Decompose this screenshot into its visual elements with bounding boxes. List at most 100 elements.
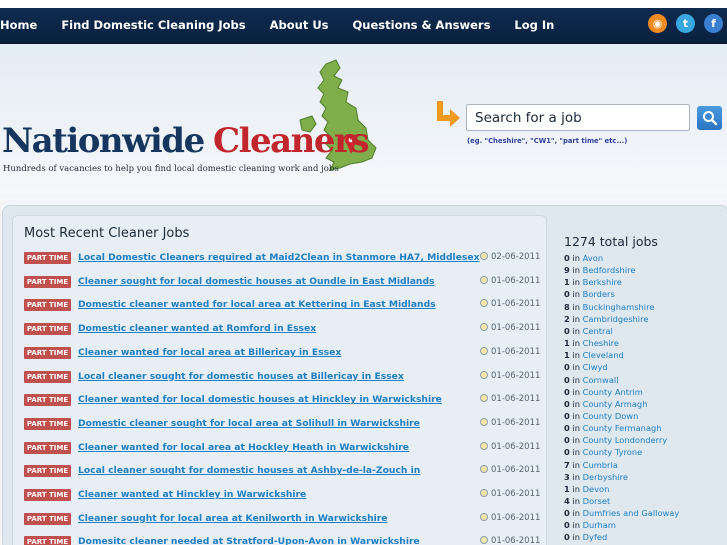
county-link[interactable]: Buckinghamshire: [583, 302, 655, 312]
county-link[interactable]: Dorset: [583, 496, 611, 506]
job-row: PART TIME Local cleaner sought for domest…: [24, 465, 544, 481]
nav-log-in[interactable]: Log In: [514, 18, 554, 32]
job-date: 01-06-2011: [480, 417, 541, 428]
job-title-link[interactable]: Domesitc cleaner needed at Stratford-Upo…: [78, 536, 420, 545]
job-date-text: 01-06-2011: [491, 417, 541, 428]
clock-icon: [480, 394, 488, 403]
county-item: 2 in Cambridgeshire: [564, 313, 648, 325]
job-date: 02-06-2011: [480, 252, 540, 262]
rss-icon[interactable]: ◉: [648, 14, 667, 33]
job-row: PART TIME Domestic cleaner wanted at Romf…: [24, 323, 544, 339]
county-item: 0 in Dyfed: [564, 531, 607, 543]
county-in-word: in: [572, 508, 580, 519]
county-link[interactable]: Cleveland: [583, 350, 624, 360]
county-count: 0: [564, 435, 570, 446]
job-date: 01-06-2011: [480, 536, 540, 545]
county-in-word: in: [572, 374, 580, 385]
job-date: 01-06-2011: [480, 394, 540, 404]
search-input[interactable]: Search for a job: [466, 104, 690, 131]
county-in-word: in: [572, 277, 580, 288]
county-link[interactable]: Clwyd: [583, 362, 608, 372]
county-link[interactable]: Dyfed: [583, 532, 608, 542]
county-link[interactable]: County Fermanagh: [583, 423, 662, 433]
clock-icon: [480, 417, 488, 426]
county-link[interactable]: Cambridgeshire: [583, 314, 649, 324]
twitter-icon[interactable]: t: [676, 14, 695, 33]
county-link[interactable]: Devon: [583, 484, 610, 494]
job-date-text: 01-06-2011: [491, 299, 541, 310]
county-in-word: in: [572, 459, 580, 470]
job-date-text: 01-06-2011: [491, 465, 541, 476]
part-time-badge: PART TIME: [24, 275, 71, 288]
county-item: 4 in Dorset: [564, 495, 610, 507]
county-in-word: in: [572, 532, 580, 543]
county-item: 0 in Dumfries and Galloway: [564, 507, 679, 519]
job-row: PART TIME Cleaner sought for local domest…: [24, 275, 544, 292]
job-title-link[interactable]: Local cleaner sought for domestic houses…: [78, 371, 404, 382]
county-link[interactable]: County Tyrone: [583, 447, 643, 457]
site-logo[interactable]: Nationwide Cleaners: [2, 121, 370, 161]
job-title-link[interactable]: Local cleaner sought for domestic houses…: [78, 465, 420, 476]
part-time-badge: PART TIME: [24, 299, 71, 312]
job-date: 01-06-2011: [480, 323, 540, 333]
job-title-link[interactable]: Cleaner sought for local area at Kenilwo…: [78, 513, 388, 524]
county-item: 0 in County Armagh: [564, 398, 647, 410]
county-count: 4: [564, 496, 570, 506]
job-title-link[interactable]: Domestic cleaner wanted at Romford in Es…: [78, 323, 316, 334]
job-title-link[interactable]: Cleaner wanted for local area at Hockley…: [78, 442, 409, 453]
county-in-word: in: [572, 325, 580, 336]
county-count: 7: [564, 459, 570, 470]
job-title-link[interactable]: Cleaner wanted at Hinckley in Warwickshi…: [78, 489, 306, 500]
job-date-text: 01-06-2011: [491, 394, 541, 405]
job-date: 01-06-2011: [480, 370, 540, 381]
nav-about-us[interactable]: About Us: [270, 18, 329, 32]
search-hint: (eg. "Cheshire", "CW1", "part time" etc.…: [467, 137, 628, 145]
county-item: 0 in County Tyrone: [564, 446, 642, 458]
job-title-link[interactable]: Local Domestic Cleaners required at Maid…: [78, 252, 480, 263]
job-row: PART TIME Cleaner wanted at Hinckley in W…: [24, 489, 544, 505]
county-link[interactable]: Cumbria: [583, 460, 618, 470]
nav-questions-answers[interactable]: Questions & Answers: [353, 18, 491, 32]
job-row: PART TIME Cleaner wanted for local area a…: [24, 441, 544, 458]
part-time-badge: PART TIME: [24, 465, 71, 478]
county-count: 2: [564, 313, 570, 324]
total-jobs-count: 1274 total jobs: [564, 234, 658, 249]
county-count: 3: [564, 471, 570, 482]
clock-icon: [480, 512, 488, 521]
part-time-badge: PART TIME: [24, 417, 71, 430]
county-link[interactable]: Borders: [583, 289, 615, 299]
county-link[interactable]: County Armagh: [583, 399, 648, 409]
clock-icon: [480, 370, 488, 379]
job-row: PART TIME Domestic cleaner wanted for loc…: [24, 299, 544, 315]
county-link[interactable]: Cheshire: [583, 338, 619, 348]
county-link[interactable]: Bedfordshire: [583, 265, 636, 275]
top-rule: [0, 0, 727, 8]
part-time-badge: PART TIME: [24, 394, 71, 407]
job-title-link[interactable]: Domestic cleaner wanted for local area a…: [78, 299, 436, 310]
county-item: 0 in County Down: [564, 410, 638, 422]
county-link[interactable]: Central: [583, 326, 613, 336]
county-link[interactable]: Durham: [583, 520, 616, 530]
county-link[interactable]: Cornwall: [583, 375, 619, 385]
county-link[interactable]: County Down: [583, 411, 639, 421]
facebook-icon[interactable]: f: [704, 14, 723, 33]
county-link[interactable]: Dumfries and Galloway: [583, 508, 680, 518]
county-count: 0: [564, 398, 570, 409]
job-row: PART TIME Cleaner sought for local area a…: [24, 512, 544, 529]
county-link[interactable]: County Antrim: [583, 387, 643, 397]
county-item: 0 in County Fermanagh: [564, 422, 662, 434]
nav-find-jobs[interactable]: Find Domestic Cleaning Jobs: [61, 18, 245, 32]
job-title-link[interactable]: Cleaner wanted for local domestic houses…: [78, 394, 442, 405]
county-link[interactable]: County Londonderry: [583, 435, 668, 445]
job-title-link[interactable]: Cleaner wanted for local area at Billeri…: [78, 347, 341, 358]
county-in-word: in: [572, 350, 580, 361]
county-link[interactable]: Berkshire: [583, 277, 622, 287]
nav-home[interactable]: Home: [0, 18, 37, 32]
job-title-link[interactable]: Cleaner sought for local domestic houses…: [78, 276, 435, 287]
clock-icon: [480, 489, 488, 497]
county-link[interactable]: Derbyshire: [583, 472, 628, 482]
county-count: 1: [564, 350, 570, 361]
county-link[interactable]: Avon: [583, 253, 603, 263]
search-button[interactable]: [697, 106, 722, 130]
job-title-link[interactable]: Domestic cleaner sought for local area a…: [78, 418, 420, 429]
